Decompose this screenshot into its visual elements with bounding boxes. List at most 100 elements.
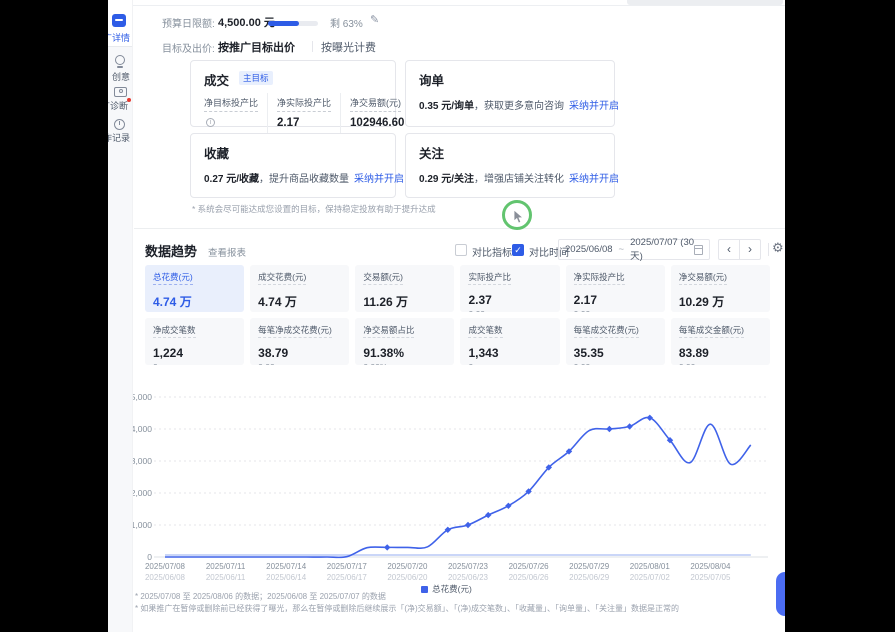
metric-label: 净实际投产比 — [574, 271, 625, 285]
inquiry-card-title: 询单 — [419, 70, 444, 89]
metric-value: 1,343 — [468, 346, 551, 360]
x-axis-tick-main: 2025/07/14 — [251, 562, 321, 571]
favorite-desc: ，提升商品收藏数量 — [259, 174, 349, 185]
metric-value: 1,224 — [153, 346, 236, 360]
metric-label: 净交易额(元) — [679, 271, 727, 285]
x-axis-tick-compare: 2025/07/02 — [615, 573, 685, 582]
metric-card[interactable]: 成交笔数1,3430 — [460, 318, 559, 365]
x-axis-tick-compare: 2025/06/17 — [312, 573, 382, 582]
view-report-link[interactable]: 查看报表 — [208, 245, 246, 259]
sidebar-item-history[interactable]: 操作记录 — [108, 131, 130, 144]
click-indicator-ring — [502, 200, 532, 230]
metric-value: 2.37 — [468, 293, 551, 307]
sidebar-item-diagnose[interactable]: 推广诊断 — [108, 99, 128, 112]
metric-value: 38.79 — [258, 346, 341, 360]
adopt-inquiry-link[interactable]: 采纳并开启 — [569, 101, 619, 112]
x-axis-tick-compare: 2025/06/20 — [372, 573, 442, 582]
follow-card-title: 关注 — [419, 143, 444, 162]
goals-footnote: * 系统会尽可能达成您设置的目标，保持稳定投放有助于提升达成 — [192, 203, 436, 215]
metric-card[interactable]: 成交花费(元)4.74 万0.00 — [250, 265, 349, 312]
metric-value: 2.17 — [574, 293, 657, 307]
edit-budget-icon[interactable]: ✎ — [370, 13, 379, 26]
metric-card[interactable]: 净交易额占比 91.38% 0.00% — [355, 318, 454, 365]
settings-gear-icon[interactable]: ⚙ — [772, 240, 784, 256]
next-period-button[interactable]: › — [739, 239, 761, 260]
metric-card[interactable]: 每笔成交花费(元)35.350.00 — [566, 318, 665, 365]
tab-divider — [312, 41, 313, 52]
metric-compare-value: 0.00 — [468, 309, 551, 312]
floating-widget[interactable] — [776, 572, 785, 616]
campaign-detail-icon[interactable] — [112, 14, 126, 27]
metric-card[interactable]: 交易额(元)11.26 万0.00 — [355, 265, 454, 312]
metric-label: 每笔成交金额(元) — [679, 324, 744, 338]
metric-card[interactable]: 每笔成交金额(元)83.890.00 — [671, 318, 770, 365]
x-axis-tick-compare: 2025/06/26 — [494, 573, 564, 582]
legend-swatch — [421, 586, 428, 593]
budget-label: 预算日限额: — [162, 15, 215, 30]
goal-card-inquiry[interactable]: 询单 0.35 元/询单，获取更多意向咨询采纳并开启 — [405, 60, 615, 127]
idea-icon[interactable] — [115, 55, 125, 65]
adopt-favorite-link[interactable]: 采纳并开启 — [354, 174, 404, 185]
metric-card[interactable]: 净交易额(元)10.29 万0.00 — [671, 265, 770, 312]
x-axis-tick-compare: 2025/06/08 — [130, 573, 200, 582]
budget-value: 4,500.00 元 — [218, 14, 275, 30]
bidding-label: 目标及出价: — [162, 40, 215, 55]
diagnose-icon[interactable] — [114, 87, 127, 97]
date-range-start: 2025/06/08 — [565, 244, 613, 255]
compare-metric-checkbox[interactable] — [455, 244, 467, 256]
metric-value: 83.89 — [679, 346, 762, 360]
metric-label: 净交易额占比 — [363, 324, 414, 338]
x-axis-tick-main: 2025/07/29 — [554, 562, 624, 571]
metric-compare-value: 0 — [468, 362, 551, 365]
compare-metric-label[interactable]: 对比指标 — [472, 244, 512, 259]
trend-chart: 01,0002,0003,0004,0005,0002025/07/082025… — [108, 388, 785, 584]
prev-period-button[interactable]: ‹ — [718, 239, 740, 260]
metric-label: 成交花费(元) — [258, 271, 306, 285]
date-range-separator: ~ — [619, 244, 625, 255]
date-range-end: 2025/07/07 (30天) — [630, 237, 694, 262]
date-range-picker[interactable]: 2025/06/08 ~ 2025/07/07 (30天) — [558, 239, 710, 260]
metric-label: 每笔净成交花费(元) — [258, 324, 332, 338]
metric-compare-value: 0.00 — [258, 362, 341, 365]
x-axis-tick-main: 2025/07/17 — [312, 562, 382, 571]
deal-card-title: 成交 — [204, 70, 229, 89]
goal-card-deal[interactable]: 成交 主目标 净目标投产比i 2.45 ✎ 净实际投产比 2.17 净交易额(元… — [190, 60, 396, 127]
chart-footnote-1: * 2025/07/08 至 2025/08/06 的数据；2025/06/08… — [135, 591, 386, 602]
metric-label: 实际投产比 — [468, 271, 511, 285]
mouse-cursor-icon — [512, 209, 526, 225]
inquiry-desc: ，获取更多意向咨询 — [474, 101, 564, 112]
legend-label: 总花费(元) — [432, 584, 472, 594]
metric-compare-value: 0.00% — [363, 362, 446, 365]
tab-bid-by-goal[interactable]: 按推广目标出价 — [218, 39, 295, 55]
metric-card[interactable]: 净实际投产比 2.17 0.00 — [566, 265, 665, 312]
metric-label: 总花费(元) — [153, 271, 193, 285]
tab-bid-by-impression[interactable]: 按曝光计费 — [321, 39, 376, 55]
history-icon[interactable] — [114, 119, 125, 130]
metric-card[interactable]: 实际投产比 2.37 0.00 — [460, 265, 559, 312]
toolbar-divider — [768, 243, 769, 256]
sidebar-item-detail[interactable]: 推广详情 — [108, 31, 130, 44]
budget-remaining: 剩 63% — [330, 15, 363, 30]
metric-compare-value: 0.00 — [574, 309, 657, 312]
metric-card[interactable]: 净成交笔数1,2240 — [145, 318, 244, 365]
metric-label: 净成交笔数 — [153, 324, 196, 338]
sidebar-item-creative[interactable]: 创意 — [112, 70, 130, 83]
metric-value: 91.38% — [363, 346, 446, 360]
idea-icon-base — [117, 66, 123, 68]
top-divider — [108, 5, 785, 6]
budget-progress-fill — [268, 21, 299, 26]
adopt-follow-link[interactable]: 采纳并开启 — [569, 174, 619, 185]
trend-section-title: 数据趋势 — [145, 241, 197, 260]
x-axis-tick-main: 2025/08/01 — [615, 562, 685, 571]
metric-card[interactable]: 总花费(元)4.74 万0.00 — [145, 265, 244, 312]
info-icon[interactable]: i — [206, 118, 215, 127]
compare-time-checkbox[interactable]: ✓ — [512, 244, 524, 256]
x-axis-tick-main: 2025/07/23 — [433, 562, 503, 571]
x-axis-tick-main: 2025/07/08 — [130, 562, 200, 571]
metric-card[interactable]: 每笔净成交花费(元) 38.79 0.00 — [250, 318, 349, 365]
goal-card-favorite[interactable]: 收藏 0.27 元/收藏，提升商品收藏数量采纳并开启 — [190, 133, 396, 198]
follow-desc: ，增强店铺关注转化 — [474, 174, 564, 185]
favorite-card-title: 收藏 — [204, 143, 229, 162]
goal-card-follow[interactable]: 关注 0.29 元/关注，增强店铺关注转化采纳并开启 — [405, 133, 615, 198]
section-divider — [134, 228, 785, 229]
